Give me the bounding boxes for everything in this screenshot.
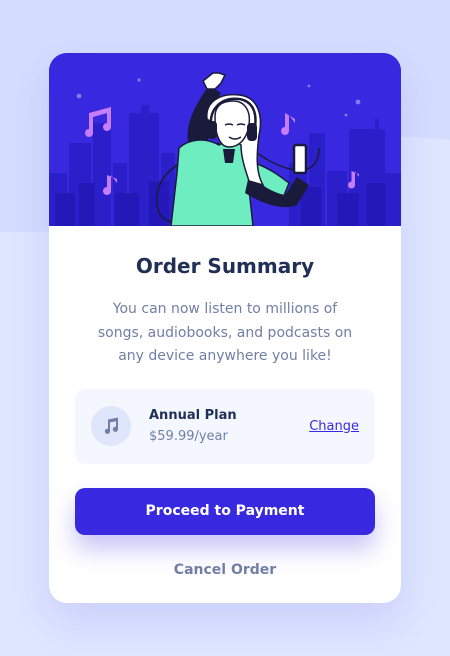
cancel-order-button[interactable]: Cancel Order [75, 553, 375, 587]
order-description: You can now listen to millions of songs,… [97, 301, 353, 364]
page-title: Order Summary [135, 254, 315, 278]
plan-price: $59.99/year [149, 429, 228, 444]
plan-summary: Annual Plan $59.99/year Change [75, 388, 375, 464]
order-summary-card: Order Summary You can now listen to mill… [49, 53, 401, 603]
proceed-to-payment-button[interactable]: Proceed to Payment [75, 487, 375, 535]
music-note-icon [91, 406, 131, 446]
change-plan-link[interactable]: Change [309, 419, 359, 434]
plan-details: Annual Plan $59.99/year [149, 408, 309, 444]
hero-illustration [49, 53, 401, 226]
plan-name: Annual Plan [149, 408, 237, 423]
